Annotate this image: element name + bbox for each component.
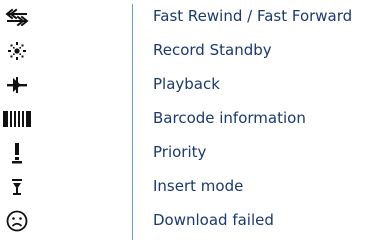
legend-row-insert-mode: Insert mode <box>0 170 365 203</box>
fast-rewind-fast-forward-icon <box>2 0 32 33</box>
legend-row-fast-rewind-forward: Fast Rewind / Fast Forward <box>0 0 365 33</box>
download-failed-icon <box>2 204 32 237</box>
legend-label: Insert mode <box>153 177 244 195</box>
barcode-icon <box>2 102 32 135</box>
priority-icon <box>2 136 32 169</box>
legend-row-record-standby: Record Standby <box>0 34 365 67</box>
legend-label: Record Standby <box>153 41 272 59</box>
legend-label: Fast Rewind / Fast Forward <box>153 7 353 25</box>
record-standby-icon <box>2 34 32 67</box>
legend-label: Priority <box>153 143 207 161</box>
playback-icon <box>2 68 32 101</box>
legend-label: Download failed <box>153 211 274 229</box>
legend-row-playback: Playback <box>0 68 365 101</box>
icon-legend: Fast Rewind / Fast Forward Record Standb… <box>0 0 365 240</box>
legend-row-download-failed: Download failed <box>0 204 365 237</box>
legend-label: Barcode information <box>153 109 306 127</box>
insert-mode-icon <box>2 170 32 203</box>
legend-row-priority: Priority <box>0 136 365 169</box>
legend-label: Playback <box>153 75 220 93</box>
legend-row-barcode: Barcode information <box>0 102 365 135</box>
